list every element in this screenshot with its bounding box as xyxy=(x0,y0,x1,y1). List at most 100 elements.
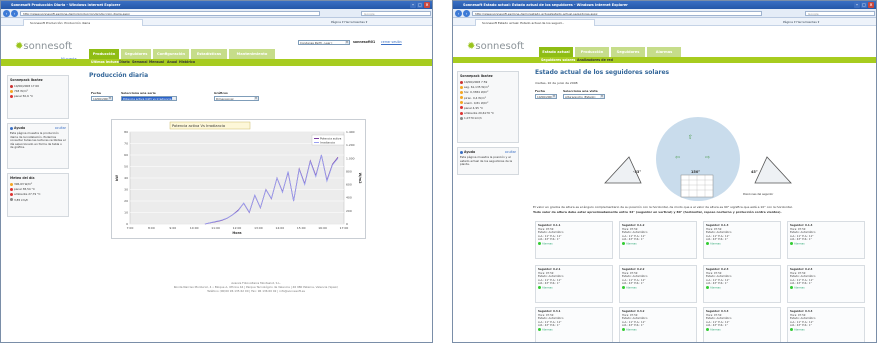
tab-estadisticas[interactable]: Estadísticas xyxy=(191,49,227,59)
tracker-card-alarm[interactable]: Alarmas xyxy=(706,286,778,290)
x-tick-label: 7:00 xyxy=(127,226,134,230)
x-tick-label: 13:00 xyxy=(254,226,263,230)
sun-icon xyxy=(10,89,13,93)
tab-mantenimiento[interactable]: Mantenimiento xyxy=(229,49,275,59)
fecha-input[interactable]: 10/06/2008 xyxy=(535,94,557,99)
close-icon[interactable]: × xyxy=(424,2,430,8)
footer: Avanza Fotovoltaica Montsalut, S.L. Rond… xyxy=(91,281,421,293)
help-box: Ayuda ocultar Esta página muestra la pos… xyxy=(457,147,519,175)
tracker-card: Seguidor: 6.2.4 Hora: 07:59 Estado: Automá… xyxy=(787,265,865,303)
x-tick-label: 15:00 xyxy=(297,226,306,230)
tracker-card-alarm[interactable]: Alarmas xyxy=(790,328,862,332)
station-panel-text: panel 4,95 °C xyxy=(464,105,484,110)
subnav-anual[interactable]: Anual xyxy=(167,60,177,64)
tracker-card-alarm[interactable]: Alarmas xyxy=(622,242,694,246)
maximize-icon[interactable]: □ xyxy=(861,2,867,8)
browser-tab[interactable]: Sonnesoft Producción: Producción diaria xyxy=(23,19,143,26)
maximize-icon[interactable]: □ xyxy=(417,2,423,8)
x-tick-label: 10:00 xyxy=(190,226,199,230)
x-axis-label: Hora xyxy=(232,231,242,235)
fecha-input[interactable]: 10/06/2008 xyxy=(91,96,113,101)
page-content: ✹sonnesoft Mi cuenta Estado actual Produ… xyxy=(453,27,876,342)
logout-link[interactable]: cerrar sesión xyxy=(381,40,402,44)
tracker-card-alarm[interactable]: Alarmas xyxy=(622,286,694,290)
station-power-text: 748 W/m² xyxy=(14,89,28,94)
help-hide-link[interactable]: ocultar xyxy=(55,126,66,130)
y-tick-label: 50 xyxy=(124,165,128,169)
url-input[interactable]: http://www.sonnesoft.es/zone-demo/produc… xyxy=(20,11,320,16)
search-input[interactable]: Google xyxy=(805,11,875,16)
tab-produccion[interactable]: Producción xyxy=(575,47,609,57)
tracker-card-alarm[interactable]: Alarmas xyxy=(790,286,862,290)
graficos-select[interactable]: Dimensional xyxy=(214,96,259,101)
minimize-icon[interactable]: – xyxy=(410,2,416,8)
search-input[interactable]: Google xyxy=(361,11,431,16)
subnav-ultimas[interactable]: Últimos lecturas xyxy=(91,60,120,64)
tracker-card-alarm[interactable]: Alarmas xyxy=(790,242,862,246)
logo: ✹sonnesoft xyxy=(467,41,525,52)
tracker-card: Seguidor: 6.3.2 Hora: 07:59 Estado: Automá… xyxy=(619,307,697,342)
station-g4-text: anem. 0,81 W/m² xyxy=(464,100,489,105)
help-hide-link[interactable]: ocultar xyxy=(505,150,516,154)
meteo-panel: panel 38,54 °C xyxy=(10,187,66,191)
arrow-up-icon: ⇧ xyxy=(688,134,693,141)
url-input[interactable]: http://www.sonnesoft.es/zone-demo/estado… xyxy=(472,11,762,16)
tab-seguidores[interactable]: Seguidores xyxy=(121,49,151,59)
station-g3-text: piran. 0,4 W/m² xyxy=(464,95,486,100)
tab-seguidores[interactable]: Seguidores xyxy=(611,47,645,57)
subnav-diario[interactable]: Diario xyxy=(119,60,130,64)
help-title: Ayuda ocultar xyxy=(10,126,66,130)
subnav-seguidores[interactable]: Seguidores solares xyxy=(541,58,575,62)
tracker-right-shape xyxy=(754,156,792,184)
tracker-diagram: ⇧ ⇦ ⇨ -33° 45° 150° Posiciones del segui… xyxy=(604,117,792,201)
back-icon[interactable]: ‹ xyxy=(3,10,10,17)
angle-bottom: 150° xyxy=(691,170,700,174)
thermometer-icon xyxy=(10,94,13,98)
station-g2: hor. 0,3384 W/m² xyxy=(460,90,516,94)
station-g3: piran. 0,4 W/m² xyxy=(460,96,516,100)
tracker-card-alarm[interactable]: Alarmas xyxy=(538,286,610,290)
thermometer-icon xyxy=(10,192,13,196)
help-text: Esta página muestra la producción diaria… xyxy=(10,131,66,150)
y-tick-label: 70 xyxy=(124,142,128,146)
subnav-mensual[interactable]: Mensual xyxy=(149,60,164,64)
tracker-card-alarm[interactable]: Alarmas xyxy=(538,328,610,332)
vista-select[interactable]: Altura/ancho (Estado) xyxy=(563,94,605,99)
user-select[interactable]: Condensa Perfil - Leer I xyxy=(298,40,350,45)
tab-produccion[interactable]: Producción xyxy=(89,49,119,59)
toolbar-tools[interactable]: Página ▾ Herramientas ▾ xyxy=(783,20,819,24)
subnav-historico[interactable]: Histórico xyxy=(179,60,195,64)
subnav-semanal[interactable]: Semanal xyxy=(132,60,147,64)
forward-icon[interactable]: › xyxy=(11,10,18,17)
tracker-card-alarm[interactable]: Alarmas xyxy=(538,242,610,246)
station-date: 10/06/2008 17:00 xyxy=(10,84,66,88)
meteo-wind: 3,85 km/h xyxy=(10,198,66,202)
subnav-analizadores[interactable]: Analizadores de red xyxy=(577,58,613,62)
fecha-label: Fecha xyxy=(535,89,545,93)
tab-estado-actual[interactable]: Estado actual xyxy=(539,47,573,57)
tracker-card: Seguidor: 6.2.1 Hora: 07:59 Estado: Automá… xyxy=(535,265,613,303)
chart-title: Potencia activa Vs Irradiancia xyxy=(172,124,225,128)
help-title-text: Ayuda xyxy=(14,126,26,130)
y2-tick-label: 1.000 xyxy=(346,156,355,160)
tracker-card-alarm[interactable]: Alarmas xyxy=(622,328,694,332)
tracker-card: Seguidor: 6.3.3 Hora: 07:59 Estado: Automá… xyxy=(703,307,781,342)
toolbar-tools[interactable]: Página ▾ Herramientas ▾ xyxy=(331,20,367,24)
serie-select[interactable]: Potencia activa (kW) vs Irradiancia (W/m… xyxy=(121,96,177,101)
tab-configuracion[interactable]: Configuración xyxy=(153,49,189,59)
x-tick-label: 14:00 xyxy=(275,226,284,230)
browser-tab[interactable]: Sonnesoft Estado actual: Estado actual d… xyxy=(475,19,595,26)
forward-icon[interactable]: › xyxy=(463,10,470,17)
y-tick-label: 60 xyxy=(124,153,128,157)
tab-alarmas[interactable]: Alarmas xyxy=(647,47,681,57)
sun-icon xyxy=(460,96,463,100)
back-icon[interactable]: ‹ xyxy=(455,10,462,17)
tracker-card: Seguidor: 6.2.3 Hora: 07:59 Estado: Automá… xyxy=(703,265,781,303)
meteo-amb-text: ambiente 27,79 °C xyxy=(14,192,41,197)
address-bar: ‹ › http://www.sonnesoft.es/zone-demo/pr… xyxy=(1,9,432,18)
tracker-card-alarm[interactable]: Alarmas xyxy=(706,328,778,332)
tracker-card-alarm[interactable]: Alarmas xyxy=(706,242,778,246)
close-icon[interactable]: × xyxy=(868,2,874,8)
help-text: Esta página muestra la posición y el est… xyxy=(460,155,513,167)
minimize-icon[interactable]: – xyxy=(854,2,860,8)
